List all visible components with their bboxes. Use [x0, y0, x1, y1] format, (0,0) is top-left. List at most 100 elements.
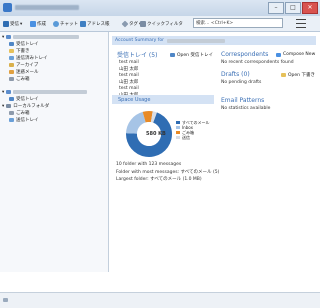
folder-label: 送信済みトレイ: [16, 56, 48, 61]
folder-label: 受信トレイ: [16, 97, 39, 102]
message-sender: 山田 太郎: [119, 67, 139, 72]
message-sender: 山田 太郎: [119, 80, 139, 85]
search-input[interactable]: 検索… <Ctrl+K>: [193, 18, 283, 28]
legend-item: 送信: [176, 135, 210, 140]
chat-icon: [53, 21, 59, 27]
compose-icon: [276, 52, 281, 57]
get-mail-icon: [3, 21, 9, 27]
folder-item[interactable]: 下書き: [9, 48, 30, 54]
chat-label: チャット: [60, 22, 78, 27]
inbox-section: 受信トレイ (5): [117, 50, 157, 59]
pie-legend: すべてのメール Inbox ごみ箱 送信: [176, 120, 210, 140]
account-icon: [6, 35, 12, 39]
folder-item[interactable]: 受信トレイ: [9, 96, 39, 102]
space-info-line: Largest folder: すべてのメール (1.0 MB): [116, 177, 202, 182]
address-book-icon: [80, 21, 86, 27]
chevron-down-icon: ▾: [2, 34, 5, 40]
chevron-down-icon: ▾: [2, 89, 5, 95]
account-name-redacted: [13, 35, 80, 39]
message-subject[interactable]: test mail: [119, 60, 139, 65]
legend-label: 送信: [182, 134, 190, 140]
folder-item[interactable]: ごみ箱: [9, 110, 30, 116]
folder-label: 下書き: [16, 49, 30, 54]
pencil-icon: [30, 21, 36, 27]
folder-item[interactable]: 受信トレイ: [9, 41, 39, 47]
space-usage-bar: Space Usage: [112, 95, 214, 104]
open-inbox-label: Open 受信トレイ: [177, 53, 213, 58]
compose-label: 作成: [37, 22, 46, 27]
status-bar: [0, 292, 320, 308]
compose-new-button[interactable]: Compose New: [276, 52, 315, 57]
folder-item[interactable]: 迷惑メール: [9, 69, 39, 75]
account-row-1[interactable]: ▾: [2, 34, 80, 40]
message-subject[interactable]: test mail: [119, 86, 139, 91]
junk-icon: [9, 70, 14, 74]
account-name-redacted: [13, 90, 88, 94]
folder-item[interactable]: ごみ箱: [9, 76, 30, 82]
compose-button[interactable]: 作成: [30, 20, 46, 28]
activity-icon: [3, 298, 8, 302]
folder-label: ごみ箱: [16, 111, 30, 116]
local-folders-row[interactable]: ▾ ローカルフォルダ: [2, 103, 50, 110]
sent-icon: [9, 56, 14, 60]
inbox-icon: [170, 53, 175, 57]
summary-header-text: Account Summary for: [115, 38, 164, 43]
open-drafts-label: Open 下書き: [288, 73, 315, 78]
pie-center-value: 580 KB: [146, 131, 166, 137]
legend-swatch: [176, 126, 180, 129]
chevron-down-icon: ▾: [2, 103, 5, 109]
hamburger-menu-icon[interactable]: [296, 19, 306, 28]
inbox-icon: [9, 97, 14, 101]
folder-item[interactable]: 送信済みトレイ: [9, 55, 48, 61]
drafts-title: Drafts (0): [221, 71, 250, 78]
folder-label: ごみ箱: [16, 77, 30, 82]
folder-label: 受信トレイ: [16, 42, 39, 47]
correspondents-empty: No recent correspondents found: [221, 60, 294, 65]
folder-label: ローカルフォルダ: [13, 104, 50, 109]
local-folders-icon: [6, 104, 12, 108]
tag-button[interactable]: タグ ▾: [121, 20, 141, 28]
account-row-2[interactable]: ▾: [2, 89, 88, 95]
space-usage-title: Space Usage: [118, 97, 151, 103]
legend-swatch: [176, 136, 180, 139]
folder-item[interactable]: アーカイブ: [9, 62, 38, 68]
chevron-down-icon: ▾: [20, 21, 23, 27]
drafts-icon: [281, 73, 286, 77]
legend-swatch: [176, 121, 180, 124]
account-name-redacted: [167, 39, 225, 43]
filter-icon: [140, 21, 146, 27]
minimize-button[interactable]: –: [268, 2, 284, 14]
get-mail-label: 受信: [10, 22, 19, 27]
get-mail-button[interactable]: 受信 ▾: [3, 20, 22, 28]
trash-icon: [9, 77, 14, 81]
space-info-line: 10 folder with 123 messages: [116, 162, 182, 167]
open-inbox-button[interactable]: Open 受信トレイ: [170, 52, 213, 58]
email-patterns-empty: No statistics available: [221, 106, 271, 111]
inbox-icon: [9, 42, 14, 46]
folder-label: 迷惑メール: [16, 70, 39, 75]
space-info-line: Folder with most messages: すべてのメール (5): [116, 170, 220, 175]
app-icon: [3, 3, 12, 12]
tag-label: タグ: [129, 22, 138, 27]
folder-item[interactable]: 送信トレイ: [9, 117, 39, 123]
window-titlebar: – □ ✕: [0, 0, 320, 17]
open-drafts-button[interactable]: Open 下書き: [281, 72, 315, 78]
tag-icon: [121, 20, 129, 28]
trash-icon: [9, 111, 14, 115]
email-patterns-title: Email Patterns: [221, 97, 265, 104]
drafts-empty: No pending drafts: [221, 80, 262, 85]
close-button[interactable]: ✕: [302, 2, 318, 14]
message-subject[interactable]: test mail: [119, 73, 139, 78]
folder-pane: ▾ 受信トレイ 下書き 送信済みトレイ アーカイブ 迷惑メール ごみ箱 ▾ 受信…: [0, 32, 109, 272]
quick-filter-label: クイックフィルタ: [147, 22, 183, 27]
drafts-icon: [9, 49, 14, 53]
chat-button[interactable]: チャット: [53, 20, 78, 28]
inbox-title: 受信トレイ (5): [117, 52, 158, 59]
maximize-button[interactable]: □: [285, 2, 301, 14]
address-book-button[interactable]: アドレス帳: [80, 20, 110, 28]
folder-label: 送信トレイ: [16, 118, 39, 123]
quick-filter-button[interactable]: クイックフィルタ: [140, 20, 183, 28]
compose-new-label: Compose New: [283, 52, 316, 57]
address-book-label: アドレス帳: [87, 22, 110, 27]
legend-swatch: [176, 131, 180, 134]
